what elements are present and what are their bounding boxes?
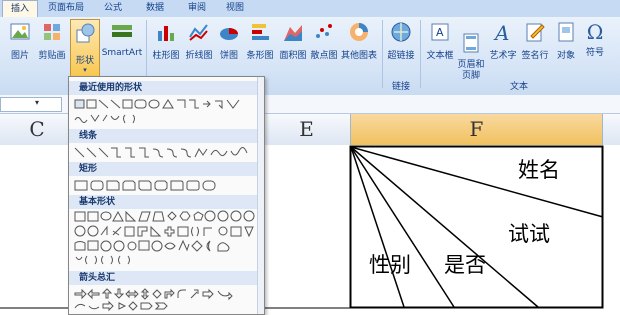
scatter-chart-button[interactable]: 散点图	[308, 21, 340, 61]
hyperlink-button[interactable]: 超链接	[385, 21, 417, 61]
object-button[interactable]: 对象	[553, 21, 579, 61]
signature-label: 签名行	[521, 51, 549, 61]
column-header-g[interactable]	[603, 114, 620, 145]
textbox-label: 文本框	[426, 51, 454, 61]
hyperlink-icon	[391, 22, 411, 42]
textbox-button[interactable]: A 文本框	[424, 21, 456, 61]
picture-button[interactable]: 图片	[6, 21, 34, 61]
symbol-label: 符号	[585, 48, 604, 58]
header-footer-button[interactable]: 页眉和 页脚	[455, 21, 487, 93]
area-chart-button[interactable]: 面积图	[277, 21, 309, 61]
smartart-icon	[112, 25, 132, 37]
shapes-dropdown-arrow: ▾	[83, 66, 87, 74]
tab-page-layout[interactable]: 页面布局	[40, 0, 92, 17]
tab-formulas[interactable]: 公式	[96, 0, 130, 17]
textbox-icon: A	[431, 23, 449, 41]
pie-chart-icon	[220, 28, 238, 40]
menu-scrollbar[interactable]	[257, 77, 264, 314]
object-label: 对象	[556, 51, 575, 61]
smartart-button[interactable]: SmartArt	[100, 21, 144, 58]
cell-text-gender: 性别	[369, 253, 411, 277]
cell-text-test: 试试	[508, 222, 550, 246]
group-label-text: 文本	[510, 82, 529, 92]
smartart-label: SmartArt	[101, 48, 143, 58]
other-chart-icon	[350, 23, 368, 41]
lines-gallery[interactable]	[73, 145, 261, 161]
signature-icon	[526, 23, 545, 42]
clipart-button[interactable]: 剪贴画	[36, 21, 68, 61]
symbol-button[interactable]: Ω 符号	[582, 21, 608, 58]
section-lines: 线条	[69, 129, 264, 143]
separator	[420, 20, 421, 88]
wordart-label: 艺术字	[489, 51, 517, 61]
cell-text-name: 姓名	[518, 158, 560, 182]
header-footer-label: 页眉和 页脚	[457, 60, 485, 81]
bar-chart-icon	[252, 24, 269, 40]
separator	[382, 20, 383, 88]
tab-review[interactable]: 审阅	[180, 0, 214, 17]
tab-insert[interactable]: 插入	[2, 0, 39, 18]
group-label-links: 链接	[392, 82, 411, 92]
tab-data[interactable]: 数据	[138, 0, 172, 17]
section-block-arrows: 箭头总汇	[69, 271, 264, 285]
rectangles-gallery[interactable]	[73, 178, 261, 194]
hyperlink-label: 超链接	[387, 51, 415, 61]
clipart-label: 剪贴画	[38, 51, 66, 61]
column-header-f[interactable]: F	[351, 114, 603, 145]
shapes-dropdown-menu: 最近使用的形状 线条 矩形 基本形状 箭头总汇	[68, 76, 265, 315]
column-chart-button[interactable]: 柱形图	[150, 21, 182, 61]
line-chart-label: 折线图	[185, 51, 213, 61]
other-chart-label: 其他图表	[340, 51, 377, 61]
bar-chart-label: 条形图	[246, 51, 274, 61]
block-arrows-gallery[interactable]	[73, 287, 261, 314]
area-chart-icon	[284, 25, 302, 41]
section-recent-shapes: 最近使用的形状	[69, 81, 264, 95]
section-basic-shapes: 基本形状	[69, 195, 264, 209]
picture-icon	[10, 23, 30, 40]
header-footer-icon	[463, 33, 479, 53]
other-chart-button[interactable]: 其他图表	[339, 21, 379, 61]
scatter-chart-icon	[316, 24, 332, 38]
shapes-label: 形状	[75, 56, 94, 66]
pie-chart-button[interactable]: 饼图	[216, 21, 242, 61]
basic-shapes-gallery[interactable]	[73, 210, 261, 270]
cell-text-yesno: 是否	[444, 253, 486, 277]
section-rectangles: 矩形	[69, 162, 264, 176]
clipart-icon	[44, 24, 60, 40]
signature-button[interactable]: 签名行	[519, 21, 551, 61]
column-header-c[interactable]: C	[0, 114, 75, 145]
ribbon-tab-bar: 插入 页面布局 公式 数据 审阅 视图	[0, 0, 620, 18]
name-box-dropdown-icon[interactable]: ▾	[35, 98, 39, 107]
wordart-icon: A	[493, 21, 509, 45]
pie-chart-label: 饼图	[219, 51, 238, 61]
column-header-e[interactable]: E	[263, 114, 351, 145]
recent-shapes-gallery[interactable]	[73, 97, 261, 129]
wordart-button[interactable]: A 艺术字	[487, 21, 519, 61]
line-chart-icon	[189, 24, 208, 41]
svg-text:A: A	[493, 21, 509, 43]
name-box[interactable]: ▾	[0, 97, 62, 112]
column-chart-label: 柱形图	[152, 51, 180, 61]
symbol-icon: Ω	[586, 20, 604, 44]
column-chart-icon	[158, 26, 174, 41]
object-icon	[558, 22, 574, 42]
line-chart-button[interactable]: 折线图	[183, 21, 215, 61]
scatter-chart-label: 散点图	[310, 51, 338, 61]
picture-label: 图片	[10, 51, 29, 61]
shapes-button[interactable]: 形状 ▾	[70, 19, 100, 79]
shapes-icon	[76, 23, 95, 43]
area-chart-label: 面积图	[279, 51, 307, 61]
bar-chart-button[interactable]: 条形图	[244, 21, 276, 61]
tab-view[interactable]: 视图	[218, 0, 252, 17]
svg-text:A: A	[436, 26, 444, 39]
